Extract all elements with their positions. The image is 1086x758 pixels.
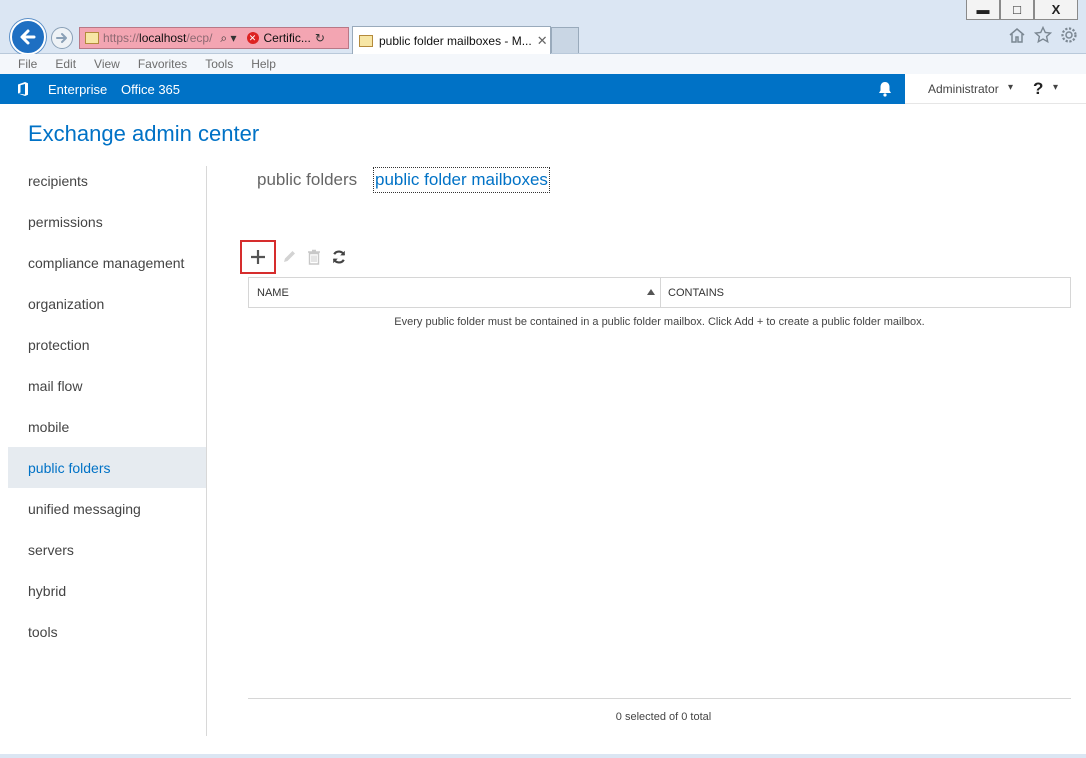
minimize-button[interactable]: ▬ (966, 0, 1000, 20)
tab-title: public folder mailboxes - M... (379, 33, 532, 48)
back-button[interactable] (10, 19, 46, 55)
grid-footer-divider (248, 698, 1071, 699)
nav-item-public-folders[interactable]: public folders (8, 447, 207, 488)
gear-icon[interactable] (1060, 26, 1078, 44)
help-icon[interactable]: ? (1033, 79, 1043, 99)
plus-icon (251, 250, 265, 264)
arrow-left-icon (20, 29, 36, 45)
nav-item-mobile[interactable]: mobile (8, 406, 207, 447)
search-dropdown-icon[interactable]: ⌕ ▾ (220, 31, 236, 46)
refresh-icon (332, 250, 345, 264)
edit-button[interactable] (276, 240, 301, 274)
nav-item-hybrid[interactable]: hybrid (8, 570, 207, 611)
pencil-icon (283, 251, 295, 262)
certificate-error-label[interactable]: Certific... (264, 31, 311, 45)
certificate-error-icon[interactable]: ✕ (246, 32, 259, 44)
office-logo-icon[interactable] (15, 81, 31, 97)
nav-item-servers[interactable]: servers (8, 529, 207, 570)
nav-item-protection[interactable]: protection (8, 324, 207, 365)
nav-item-recipients[interactable]: recipients (8, 160, 207, 201)
star-icon[interactable] (1034, 26, 1052, 44)
tab-public-folders[interactable]: public folders (257, 170, 357, 190)
nav-item-compliance-management[interactable]: compliance management (8, 242, 207, 283)
user-menu[interactable]: Administrator ▾ ? ▾ (905, 74, 1086, 104)
grid-header: NAME CONTAINS (248, 277, 1071, 308)
help-chevron-down-icon[interactable]: ▾ (1053, 82, 1058, 93)
user-name[interactable]: Administrator (928, 82, 999, 96)
url-protocol: https:// (103, 31, 140, 45)
address-bar[interactable]: https:// localhost /ecp/ ⌕ ▾ ✕ Certific.… (79, 27, 349, 49)
refresh-icon[interactable]: ↻ (315, 31, 325, 45)
column-name-label: NAME (257, 286, 289, 299)
refresh-button[interactable] (326, 240, 351, 274)
nav-item-tools[interactable]: tools (8, 611, 207, 652)
nav-divider (206, 166, 207, 736)
enterprise-link[interactable]: Enterprise (48, 82, 107, 97)
menu-tools[interactable]: Tools (205, 57, 233, 71)
menu-help[interactable]: Help (251, 57, 276, 71)
tab-close-icon[interactable]: ✕ (537, 33, 548, 49)
office-365-link[interactable]: Office 365 (121, 82, 180, 97)
grid-toolbar (240, 240, 351, 274)
maximize-button[interactable]: □ (1000, 0, 1034, 20)
page-title: Exchange admin center (28, 121, 260, 146)
arrow-right-icon (56, 33, 67, 43)
column-contains-label: CONTAINS (668, 286, 725, 299)
close-window-button[interactable]: X (1034, 0, 1078, 20)
column-header-name[interactable]: NAME (249, 278, 661, 307)
home-icon[interactable] (1008, 26, 1026, 44)
browser-titlebar: ▬ □ X https:// localhost /ecp/ ⌕ ▾ ✕ Cer… (0, 0, 1086, 55)
browser-tools (1008, 26, 1078, 44)
browser-menubar: File Edit View Favorites Tools Help (0, 54, 1086, 74)
tab-favicon (359, 34, 373, 47)
bell-icon[interactable] (876, 80, 894, 98)
new-tab-button[interactable] (551, 27, 579, 53)
selection-status: 0 selected of 0 total (615, 711, 712, 723)
browser-tab-active[interactable]: public folder mailboxes - M... ✕ (352, 26, 551, 54)
add-button[interactable] (240, 240, 276, 274)
empty-grid-message: Every public folder must be contained in… (394, 316, 925, 328)
page-favicon (85, 32, 99, 44)
nav-item-unified-messaging[interactable]: unified messaging (8, 488, 207, 529)
menu-favorites[interactable]: Favorites (138, 57, 187, 71)
nav-item-mail-flow[interactable]: mail flow (8, 365, 207, 406)
trash-icon (307, 249, 320, 265)
url-path: /ecp/ (186, 31, 213, 45)
nav-item-organization[interactable]: organization (8, 283, 207, 324)
menu-file[interactable]: File (18, 57, 37, 71)
left-navigation: recipients permissions compliance manage… (8, 160, 207, 652)
menu-edit[interactable]: Edit (55, 57, 76, 71)
forward-button[interactable] (51, 27, 73, 49)
delete-button[interactable] (301, 240, 326, 274)
chevron-down-icon[interactable]: ▾ (1008, 82, 1013, 93)
column-header-contains[interactable]: CONTAINS (668, 278, 724, 307)
window-bottom-border (0, 754, 1086, 758)
url-host: localhost (139, 31, 187, 45)
nav-item-permissions[interactable]: permissions (8, 201, 207, 242)
window-controls: ▬ □ X (966, 0, 1078, 20)
sort-ascending-icon (647, 289, 655, 295)
menu-view[interactable]: View (94, 57, 120, 71)
tab-public-folder-mailboxes[interactable]: public folder mailboxes (373, 167, 550, 193)
